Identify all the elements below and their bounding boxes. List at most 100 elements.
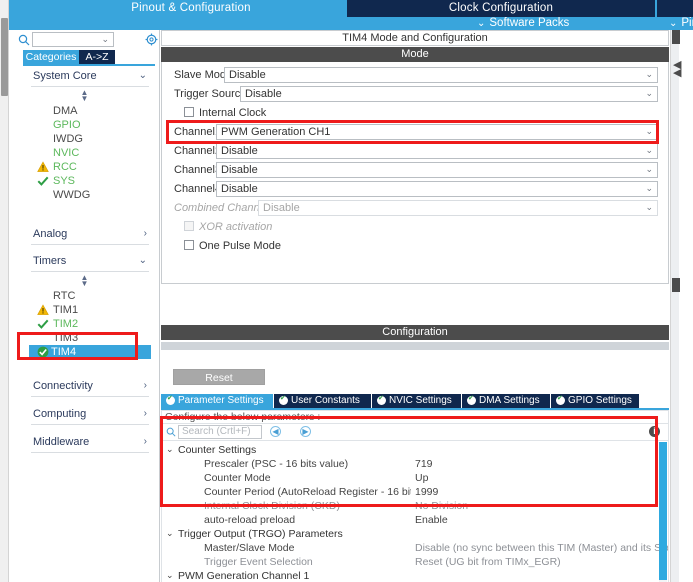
tab-gpio-settings[interactable]: GPIO Settings bbox=[551, 394, 639, 408]
channel3-value: Disable bbox=[221, 164, 258, 176]
sidebar-item-tim2[interactable]: TIM2 bbox=[31, 317, 149, 331]
info-icon[interactable]: i bbox=[649, 426, 660, 437]
sidebar-item-nvic[interactable]: NVIC bbox=[31, 146, 149, 160]
param-row-auto-reload-preload[interactable]: auto-reload preload Enable bbox=[162, 513, 656, 527]
sidebar-item-gpio[interactable]: GPIO bbox=[31, 118, 149, 132]
sidebar-item-iwdg[interactable]: IWDG bbox=[31, 132, 149, 146]
chevron-right-icon: › bbox=[143, 408, 147, 419]
sidebar-item-rtc[interactable]: RTC bbox=[31, 289, 149, 303]
row-internal-clock[interactable]: Internal Clock bbox=[162, 104, 668, 123]
chevron-down-icon: ⌄ bbox=[669, 18, 678, 29]
chevron-down-icon: ⌄ bbox=[645, 145, 653, 155]
param-value: Disable (no sync between this TIM (Maste… bbox=[415, 542, 669, 554]
param-row-counter-period[interactable]: Counter Period (AutoReload Register - 16… bbox=[162, 485, 656, 499]
panel-scrollbar-thumb-top[interactable] bbox=[672, 30, 680, 44]
panel-splitter[interactable] bbox=[161, 342, 669, 350]
param-group-counter-settings[interactable]: ⌄ Counter Settings bbox=[162, 443, 656, 457]
parameter-list-scrollbar[interactable] bbox=[659, 442, 667, 582]
panel-scrollbar[interactable] bbox=[670, 30, 680, 582]
menu-software-packs[interactable]: ⌄ Software Packs bbox=[477, 17, 569, 30]
chevron-right-icon: › bbox=[143, 228, 147, 239]
category-group-middleware[interactable]: Middleware › bbox=[31, 433, 149, 453]
param-row-counter-mode[interactable]: Counter Mode Up bbox=[162, 471, 656, 485]
mode-settings-box: Slave Mode Disable ⌄ Trigger Source Disa… bbox=[161, 62, 669, 284]
xor-activation-checkbox bbox=[184, 221, 194, 231]
tab-categories[interactable]: Categories bbox=[23, 50, 79, 64]
chevron-down-icon: ⌄ bbox=[477, 18, 486, 29]
menu-pinout[interactable]: ⌄Pinou bbox=[669, 17, 693, 30]
sidebar-item-sys[interactable]: SYS bbox=[31, 174, 149, 188]
channel3-select[interactable]: Disable ⌄ bbox=[216, 162, 658, 178]
search-next-button[interactable]: ▶ bbox=[300, 426, 311, 437]
tab-parameter-settings[interactable]: Parameter Settings bbox=[161, 394, 273, 408]
scroll-up-indicator-timers[interactable]: ▲ ▼ bbox=[9, 274, 160, 288]
category-group-analog[interactable]: Analog › bbox=[31, 225, 149, 245]
tab-dma-settings[interactable]: DMA Settings bbox=[462, 394, 550, 408]
slave-mode-select[interactable]: Disable ⌄ bbox=[224, 67, 658, 83]
category-group-label: Middleware bbox=[33, 436, 90, 448]
parameter-search-placeholder: Search (Crtl+F) bbox=[182, 426, 251, 437]
tab-extra[interactable] bbox=[657, 0, 693, 17]
internal-clock-label: Internal Clock bbox=[199, 107, 267, 119]
mode-section-bar: Mode bbox=[161, 47, 669, 62]
category-group-connectivity[interactable]: Connectivity › bbox=[31, 377, 149, 397]
tab-nvic-settings[interactable]: NVIC Settings bbox=[372, 394, 461, 408]
search-icon bbox=[18, 34, 30, 46]
channel4-label: Channel4 bbox=[174, 183, 222, 195]
param-label: Trigger Event Selection bbox=[204, 556, 313, 568]
channel4-select[interactable]: Disable ⌄ bbox=[216, 181, 658, 197]
check-circle-icon bbox=[166, 394, 175, 405]
parameter-search-input[interactable]: Search (Crtl+F) bbox=[178, 425, 262, 439]
window-scrollbar[interactable] bbox=[0, 0, 9, 582]
param-group-pwm-generation-channel-1[interactable]: ⌄ PWM Generation Channel 1 bbox=[162, 569, 656, 582]
tab-clock-configuration[interactable]: Clock Configuration bbox=[347, 0, 655, 17]
param-row-prescaler[interactable]: Prescaler (PSC - 16 bits value) 719 bbox=[162, 457, 656, 471]
chevron-down-icon: ⌄ bbox=[645, 164, 653, 174]
window-scrollbar-thumb[interactable] bbox=[1, 18, 8, 96]
reset-configuration-button[interactable]: Reset Configuration bbox=[173, 369, 265, 400]
sidebar-item-tim4[interactable]: TIM4 bbox=[29, 345, 151, 359]
category-group-system-core[interactable]: System Core ⌄ bbox=[31, 67, 149, 87]
warning-icon bbox=[37, 304, 49, 315]
param-value: Reset (UG bit from TIMx_EGR) bbox=[415, 556, 561, 568]
channel2-select[interactable]: Disable ⌄ bbox=[216, 143, 658, 159]
category-group-computing[interactable]: Computing › bbox=[31, 405, 149, 425]
trigger-source-label: Trigger Source bbox=[174, 88, 247, 100]
sidebar-item-rcc[interactable]: RCC bbox=[31, 160, 149, 174]
tab-user-constants[interactable]: User Constants bbox=[274, 394, 371, 408]
row-one-pulse-mode[interactable]: One Pulse Mode bbox=[162, 237, 668, 256]
trigger-source-select[interactable]: Disable ⌄ bbox=[240, 86, 658, 102]
category-group-timers[interactable]: Timers ⌄ bbox=[31, 252, 149, 272]
collapse-left-icon-2[interactable]: ◀ bbox=[673, 66, 681, 79]
parameter-list-scrollbar-thumb[interactable] bbox=[659, 442, 667, 580]
parameter-search-bar: Search (Crtl+F) ◀ ▶ i bbox=[161, 424, 669, 440]
param-group-trigger-output[interactable]: ⌄ Trigger Output (TRGO) Parameters bbox=[162, 527, 656, 541]
chevron-down-icon: ⌄ bbox=[138, 70, 147, 81]
sidebar-item-tim1[interactable]: TIM1 bbox=[31, 303, 149, 317]
gear-icon[interactable] bbox=[145, 33, 158, 46]
param-row-trigger-event-selection[interactable]: Trigger Event Selection Reset (UG bit fr… bbox=[162, 555, 656, 569]
search-prev-button[interactable]: ◀ bbox=[270, 426, 281, 437]
chevron-right-icon: › bbox=[143, 436, 147, 447]
one-pulse-mode-checkbox[interactable] bbox=[184, 240, 194, 250]
sidebar-item-label: NVIC bbox=[53, 147, 80, 159]
scroll-up-indicator[interactable]: ▲ ▼ bbox=[9, 89, 160, 103]
panel-scrollbar-thumb-bottom[interactable] bbox=[672, 278, 680, 292]
sidebar-item-tim3[interactable]: TIM3 bbox=[31, 331, 149, 345]
sidebar-search-row: ⌄ bbox=[9, 30, 160, 50]
one-pulse-mode-label: One Pulse Mode bbox=[199, 240, 281, 252]
sidebar-item-wwdg[interactable]: WWDG bbox=[31, 188, 149, 202]
configuration-box: Reset Configuration Parameter Settings U… bbox=[161, 352, 669, 582]
check-icon bbox=[37, 176, 49, 186]
chevron-down-icon: ⌄ bbox=[645, 202, 653, 212]
tab-a-to-z[interactable]: A->Z bbox=[79, 50, 115, 64]
tab-pinout-configuration[interactable]: Pinout & Configuration bbox=[35, 0, 347, 17]
internal-clock-checkbox[interactable] bbox=[184, 107, 194, 117]
sidebar-search-input[interactable]: ⌄ bbox=[32, 32, 114, 47]
param-row-internal-clock-division[interactable]: Internal Clock Division (CKD) No Divisio… bbox=[162, 499, 656, 513]
sidebar-item-dma[interactable]: DMA bbox=[31, 104, 149, 118]
param-row-master-slave-mode[interactable]: Master/Slave Mode Disable (no sync betwe… bbox=[162, 541, 668, 555]
param-label: auto-reload preload bbox=[204, 514, 296, 526]
param-label: Master/Slave Mode bbox=[204, 542, 295, 554]
channel1-select[interactable]: PWM Generation CH1 ⌄ bbox=[216, 124, 658, 140]
